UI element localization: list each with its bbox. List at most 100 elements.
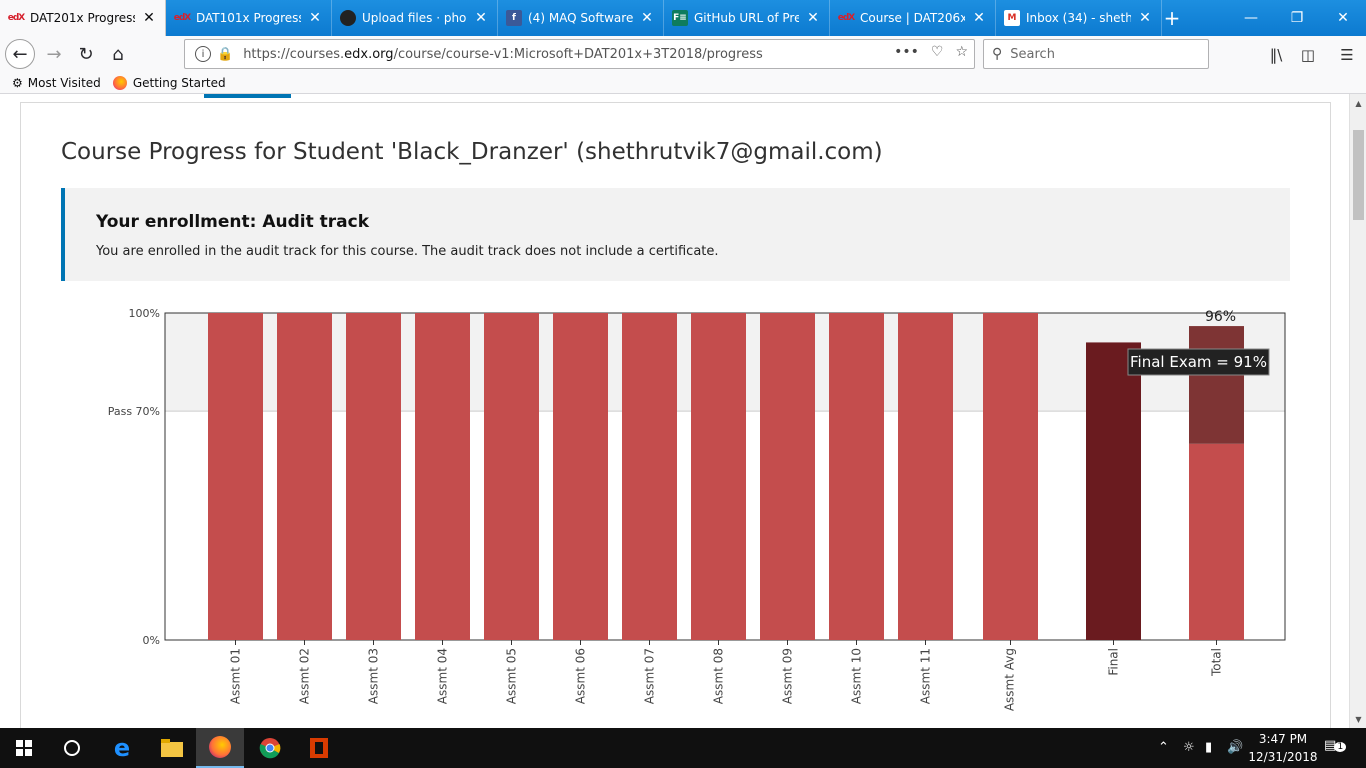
pocket-icon[interactable]: ♡ [931, 44, 944, 60]
browser-tab[interactable]: edX Course | DAT206x | e ✕ [830, 0, 996, 36]
back-button[interactable]: ← [5, 39, 35, 69]
bar-assmt-08 [691, 313, 746, 640]
chrome-app[interactable] [246, 728, 294, 768]
tab-title: Upload files · phoen [362, 11, 467, 25]
bar-total-assignments [1189, 443, 1244, 640]
xtick-label: Total [1210, 648, 1224, 677]
url-bar[interactable]: i 🔒 https://courses.edx.org/course/cours… [184, 39, 975, 69]
page-actions-icon[interactable]: ••• [894, 44, 919, 60]
ytick-label-top: 100% [129, 307, 160, 320]
firefox-icon [209, 736, 231, 758]
bar-assmt-01 [208, 313, 263, 640]
tab-title: Inbox (34) - shethru [1026, 11, 1131, 25]
browser-tab[interactable]: edX DAT201x Progress | e ✕ [0, 0, 166, 36]
xtick-label: Assmt 06 [574, 648, 588, 704]
scroll-up-icon[interactable]: ▲ [1350, 96, 1366, 110]
system-clock[interactable]: 3:47 PM 12/31/2018 [1248, 730, 1318, 766]
bar-assmt-05 [484, 313, 539, 640]
wifi-icon[interactable]: ☼ [1183, 740, 1195, 755]
scrollbar-thumb[interactable] [1353, 130, 1364, 220]
windows-logo-icon [16, 740, 32, 756]
bar-assmt-07 [622, 313, 677, 640]
chrome-icon [259, 738, 281, 759]
office-app[interactable] [295, 728, 343, 768]
tab-title: GitHub URL of Pre-I [694, 11, 799, 25]
sidebar-icon[interactable]: ◫ [1297, 44, 1319, 66]
firefox-app[interactable] [196, 728, 244, 768]
battery-icon[interactable]: ▮ [1205, 740, 1212, 755]
lock-icon: 🔒 [217, 46, 234, 62]
edx-icon: edX [837, 13, 856, 23]
edge-app[interactable]: e [98, 728, 146, 768]
firefox-icon [112, 75, 127, 90]
github-icon [340, 10, 356, 26]
bar-assmt-06 [553, 313, 608, 640]
close-tab-icon[interactable]: ✕ [141, 10, 157, 26]
close-tab-icon[interactable]: ✕ [805, 10, 821, 26]
notifications-button[interactable]: ▤ 1 [1324, 738, 1347, 753]
xtick-label: Final [1107, 648, 1121, 676]
bar-assmt-04 [415, 313, 470, 640]
tab-title: Course | DAT206x | e [860, 11, 965, 25]
bar-total-final [1189, 326, 1244, 444]
bookmark-most-visited[interactable]: ⚙ Most Visited [12, 76, 101, 90]
scroll-down-icon[interactable]: ▼ [1350, 712, 1366, 726]
browser-tab[interactable]: Upload files · phoen ✕ [332, 0, 498, 36]
close-window-button[interactable]: ✕ [1320, 0, 1366, 36]
browser-tab[interactable]: F≡ GitHub URL of Pre-I ✕ [664, 0, 830, 36]
bookmark-star-icon[interactable]: ☆ [955, 44, 968, 60]
edx-icon: edX [173, 13, 192, 23]
close-tab-icon[interactable]: ✕ [307, 10, 323, 26]
chevron-up-icon[interactable]: ⌃ [1158, 740, 1169, 755]
vertical-scrollbar[interactable]: ▲ ▼ [1349, 94, 1366, 728]
pass-threshold-label: Pass 70% [108, 405, 160, 418]
file-explorer-app[interactable] [148, 728, 196, 768]
tab-title: (4) MAQ Software 2( [528, 11, 633, 25]
clock-time: 3:47 PM [1258, 732, 1308, 746]
bookmark-getting-started[interactable]: Getting Started [112, 75, 226, 90]
browser-tab[interactable]: edX DAT101x Progress | e ✕ [166, 0, 332, 36]
bar-final [1086, 342, 1141, 640]
browser-tab[interactable]: f (4) MAQ Software 2( ✕ [498, 0, 664, 36]
bar-assmt-10 [829, 313, 884, 640]
close-tab-icon[interactable]: ✕ [639, 10, 655, 26]
close-tab-icon[interactable]: ✕ [473, 10, 489, 26]
close-tab-icon[interactable]: ✕ [971, 10, 987, 26]
reload-button[interactable]: ↻ [72, 40, 100, 68]
form-icon: F≡ [672, 10, 688, 26]
xtick-label: Assmt 01 [229, 648, 243, 704]
edge-icon: e [113, 734, 131, 762]
xtick-label: Assmt 03 [367, 648, 381, 704]
url-text[interactable]: https://courses.edx.org/course/course-v1… [243, 47, 763, 62]
bar-assmt-11 [898, 313, 953, 640]
search-input[interactable]: ⚲ Search [983, 39, 1209, 69]
xtick-label: Assmt 04 [436, 648, 450, 704]
home-button[interactable]: ⌂ [104, 40, 132, 68]
browser-tab[interactable]: M Inbox (34) - shethru ✕ [996, 0, 1162, 36]
tooltip-text: Final Exam = 91% [1130, 353, 1267, 371]
start-button[interactable] [0, 728, 48, 768]
cortana-button[interactable] [48, 728, 96, 768]
cortana-icon [64, 740, 80, 756]
minimize-button[interactable]: — [1228, 0, 1274, 36]
windows-taskbar: e ⌃ ☼ ▮ 🔊 3:47 PM 12/31/2018 ▤ 1 [0, 728, 1366, 768]
library-icon[interactable]: ‖\ [1265, 44, 1287, 66]
xtick-label: Assmt 09 [781, 648, 795, 704]
volume-icon[interactable]: 🔊 [1227, 740, 1243, 755]
progress-chart: 100% Pass 70% 0% Assmt 01 Assmt 02 Assmt 03 As… [0, 94, 1349, 728]
bar-assmt-09 [760, 313, 815, 640]
xtick-label: Assmt 07 [643, 648, 657, 704]
ytick-label-bottom: 0% [143, 634, 160, 647]
close-tab-icon[interactable]: ✕ [1137, 10, 1153, 26]
new-tab-button[interactable]: + [1158, 0, 1186, 36]
search-icon: ⚲ [992, 46, 1003, 62]
forward-button[interactable]: → [40, 40, 68, 68]
progress-chart-svg: 100% Pass 70% 0% Assmt 01 Assmt 02 Assmt 03 As… [108, 307, 1286, 711]
facebook-icon: f [506, 10, 522, 26]
tab-title: DAT101x Progress | e [196, 11, 301, 25]
menu-icon[interactable]: ☰ [1336, 44, 1358, 66]
bookmarks-toolbar: ⚙ Most Visited Getting Started [0, 72, 1366, 94]
restore-button[interactable]: ❐ [1274, 0, 1320, 36]
tab-strip: edX DAT201x Progress | e ✕ edX DAT101x Progr… [0, 0, 1366, 36]
info-icon[interactable]: i [195, 46, 211, 62]
